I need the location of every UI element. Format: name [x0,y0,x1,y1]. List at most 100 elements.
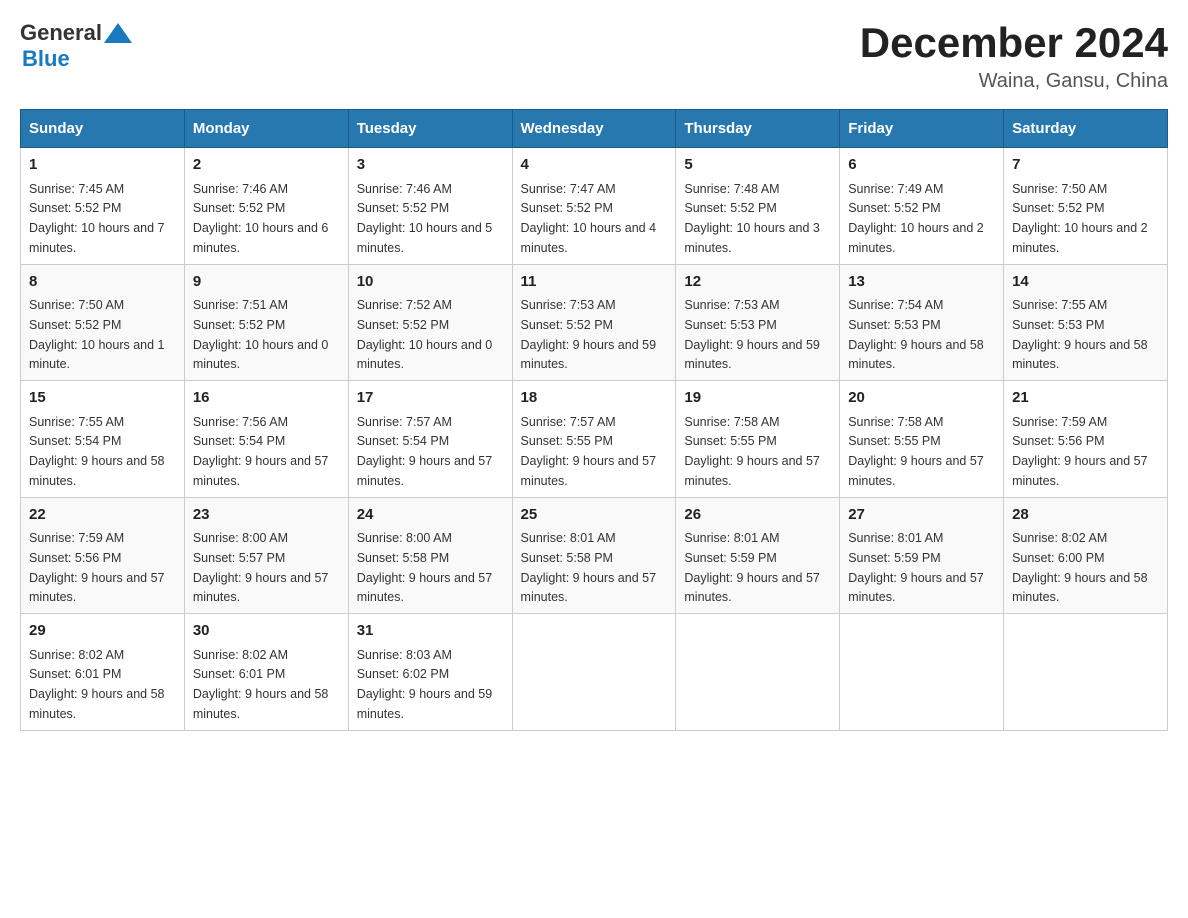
day-info: Sunrise: 7:55 AMSunset: 5:54 PMDaylight:… [29,415,165,488]
calendar-cell: 30 Sunrise: 8:02 AMSunset: 6:01 PMDaylig… [184,614,348,731]
day-info: Sunrise: 8:02 AMSunset: 6:01 PMDaylight:… [193,648,329,721]
day-number: 24 [357,504,504,527]
logo-triangle-icon [104,23,132,45]
day-info: Sunrise: 7:55 AMSunset: 5:53 PMDaylight:… [1012,298,1148,371]
day-info: Sunrise: 8:00 AMSunset: 5:58 PMDaylight:… [357,531,493,604]
day-number: 3 [357,154,504,177]
day-info: Sunrise: 8:01 AMSunset: 5:59 PMDaylight:… [848,531,984,604]
calendar-cell: 11 Sunrise: 7:53 AMSunset: 5:52 PMDaylig… [512,264,676,381]
calendar-cell: 10 Sunrise: 7:52 AMSunset: 5:52 PMDaylig… [348,264,512,381]
day-number: 23 [193,504,340,527]
day-info: Sunrise: 7:53 AMSunset: 5:53 PMDaylight:… [684,298,820,371]
day-info: Sunrise: 7:59 AMSunset: 5:56 PMDaylight:… [1012,415,1148,488]
day-info: Sunrise: 7:52 AMSunset: 5:52 PMDaylight:… [357,298,493,371]
calendar-cell: 24 Sunrise: 8:00 AMSunset: 5:58 PMDaylig… [348,497,512,614]
day-info: Sunrise: 7:50 AMSunset: 5:52 PMDaylight:… [29,298,165,371]
day-number: 16 [193,387,340,410]
day-info: Sunrise: 7:49 AMSunset: 5:52 PMDaylight:… [848,182,984,255]
calendar-cell [1004,614,1168,731]
day-number: 12 [684,271,831,294]
day-number: 9 [193,271,340,294]
calendar-cell: 4 Sunrise: 7:47 AMSunset: 5:52 PMDayligh… [512,148,676,265]
calendar-cell: 2 Sunrise: 7:46 AMSunset: 5:52 PMDayligh… [184,148,348,265]
day-number: 31 [357,620,504,643]
calendar-cell: 12 Sunrise: 7:53 AMSunset: 5:53 PMDaylig… [676,264,840,381]
calendar-cell: 14 Sunrise: 7:55 AMSunset: 5:53 PMDaylig… [1004,264,1168,381]
calendar-cell: 5 Sunrise: 7:48 AMSunset: 5:52 PMDayligh… [676,148,840,265]
calendar-cell: 16 Sunrise: 7:56 AMSunset: 5:54 PMDaylig… [184,381,348,498]
calendar-cell: 18 Sunrise: 7:57 AMSunset: 5:55 PMDaylig… [512,381,676,498]
calendar-cell: 13 Sunrise: 7:54 AMSunset: 5:53 PMDaylig… [840,264,1004,381]
header-tuesday: Tuesday [348,110,512,148]
header-thursday: Thursday [676,110,840,148]
day-number: 1 [29,154,176,177]
calendar-week-row: 29 Sunrise: 8:02 AMSunset: 6:01 PMDaylig… [21,614,1168,731]
day-info: Sunrise: 7:56 AMSunset: 5:54 PMDaylight:… [193,415,329,488]
calendar-cell: 17 Sunrise: 7:57 AMSunset: 5:54 PMDaylig… [348,381,512,498]
day-info: Sunrise: 7:46 AMSunset: 5:52 PMDaylight:… [357,182,493,255]
day-number: 4 [521,154,668,177]
day-number: 26 [684,504,831,527]
header-friday: Friday [840,110,1004,148]
header-monday: Monday [184,110,348,148]
day-number: 5 [684,154,831,177]
day-info: Sunrise: 7:48 AMSunset: 5:52 PMDaylight:… [684,182,820,255]
day-number: 2 [193,154,340,177]
logo-blue-text: Blue [22,46,132,72]
calendar-cell: 26 Sunrise: 8:01 AMSunset: 5:59 PMDaylig… [676,497,840,614]
month-title: December 2024 [860,20,1168,66]
calendar-cell: 28 Sunrise: 8:02 AMSunset: 6:00 PMDaylig… [1004,497,1168,614]
day-info: Sunrise: 7:59 AMSunset: 5:56 PMDaylight:… [29,531,165,604]
day-info: Sunrise: 7:45 AMSunset: 5:52 PMDaylight:… [29,182,165,255]
calendar-table: Sunday Monday Tuesday Wednesday Thursday… [20,109,1168,731]
calendar-week-row: 1 Sunrise: 7:45 AMSunset: 5:52 PMDayligh… [21,148,1168,265]
day-info: Sunrise: 8:02 AMSunset: 6:00 PMDaylight:… [1012,531,1148,604]
day-number: 20 [848,387,995,410]
day-info: Sunrise: 7:58 AMSunset: 5:55 PMDaylight:… [684,415,820,488]
calendar-cell: 29 Sunrise: 8:02 AMSunset: 6:01 PMDaylig… [21,614,185,731]
calendar-week-row: 15 Sunrise: 7:55 AMSunset: 5:54 PMDaylig… [21,381,1168,498]
calendar-header-row: Sunday Monday Tuesday Wednesday Thursday… [21,110,1168,148]
day-number: 19 [684,387,831,410]
calendar-cell [512,614,676,731]
calendar-cell: 9 Sunrise: 7:51 AMSunset: 5:52 PMDayligh… [184,264,348,381]
day-number: 25 [521,504,668,527]
calendar-cell: 6 Sunrise: 7:49 AMSunset: 5:52 PMDayligh… [840,148,1004,265]
day-info: Sunrise: 7:50 AMSunset: 5:52 PMDaylight:… [1012,182,1148,255]
day-number: 22 [29,504,176,527]
day-number: 28 [1012,504,1159,527]
day-info: Sunrise: 7:57 AMSunset: 5:54 PMDaylight:… [357,415,493,488]
calendar-cell: 20 Sunrise: 7:58 AMSunset: 5:55 PMDaylig… [840,381,1004,498]
title-section: December 2024 Waina, Gansu, China [860,20,1168,93]
calendar-cell [840,614,1004,731]
day-info: Sunrise: 7:54 AMSunset: 5:53 PMDaylight:… [848,298,984,371]
day-number: 13 [848,271,995,294]
header-saturday: Saturday [1004,110,1168,148]
calendar-week-row: 22 Sunrise: 7:59 AMSunset: 5:56 PMDaylig… [21,497,1168,614]
day-number: 11 [521,271,668,294]
calendar-cell: 22 Sunrise: 7:59 AMSunset: 5:56 PMDaylig… [21,497,185,614]
day-number: 29 [29,620,176,643]
logo-general-text: General [20,20,102,46]
calendar-cell: 31 Sunrise: 8:03 AMSunset: 6:02 PMDaylig… [348,614,512,731]
logo: General Blue [20,20,132,72]
day-info: Sunrise: 8:01 AMSunset: 5:59 PMDaylight:… [684,531,820,604]
day-info: Sunrise: 8:01 AMSunset: 5:58 PMDaylight:… [521,531,657,604]
day-number: 15 [29,387,176,410]
calendar-week-row: 8 Sunrise: 7:50 AMSunset: 5:52 PMDayligh… [21,264,1168,381]
day-info: Sunrise: 8:03 AMSunset: 6:02 PMDaylight:… [357,648,493,721]
day-info: Sunrise: 7:47 AMSunset: 5:52 PMDaylight:… [521,182,657,255]
day-info: Sunrise: 7:57 AMSunset: 5:55 PMDaylight:… [521,415,657,488]
day-info: Sunrise: 7:51 AMSunset: 5:52 PMDaylight:… [193,298,329,371]
day-number: 30 [193,620,340,643]
day-number: 14 [1012,271,1159,294]
day-info: Sunrise: 7:53 AMSunset: 5:52 PMDaylight:… [521,298,657,371]
day-number: 21 [1012,387,1159,410]
calendar-cell: 8 Sunrise: 7:50 AMSunset: 5:52 PMDayligh… [21,264,185,381]
day-number: 18 [521,387,668,410]
day-number: 7 [1012,154,1159,177]
calendar-cell: 23 Sunrise: 8:00 AMSunset: 5:57 PMDaylig… [184,497,348,614]
calendar-cell: 1 Sunrise: 7:45 AMSunset: 5:52 PMDayligh… [21,148,185,265]
location-subtitle: Waina, Gansu, China [860,70,1168,93]
day-number: 27 [848,504,995,527]
